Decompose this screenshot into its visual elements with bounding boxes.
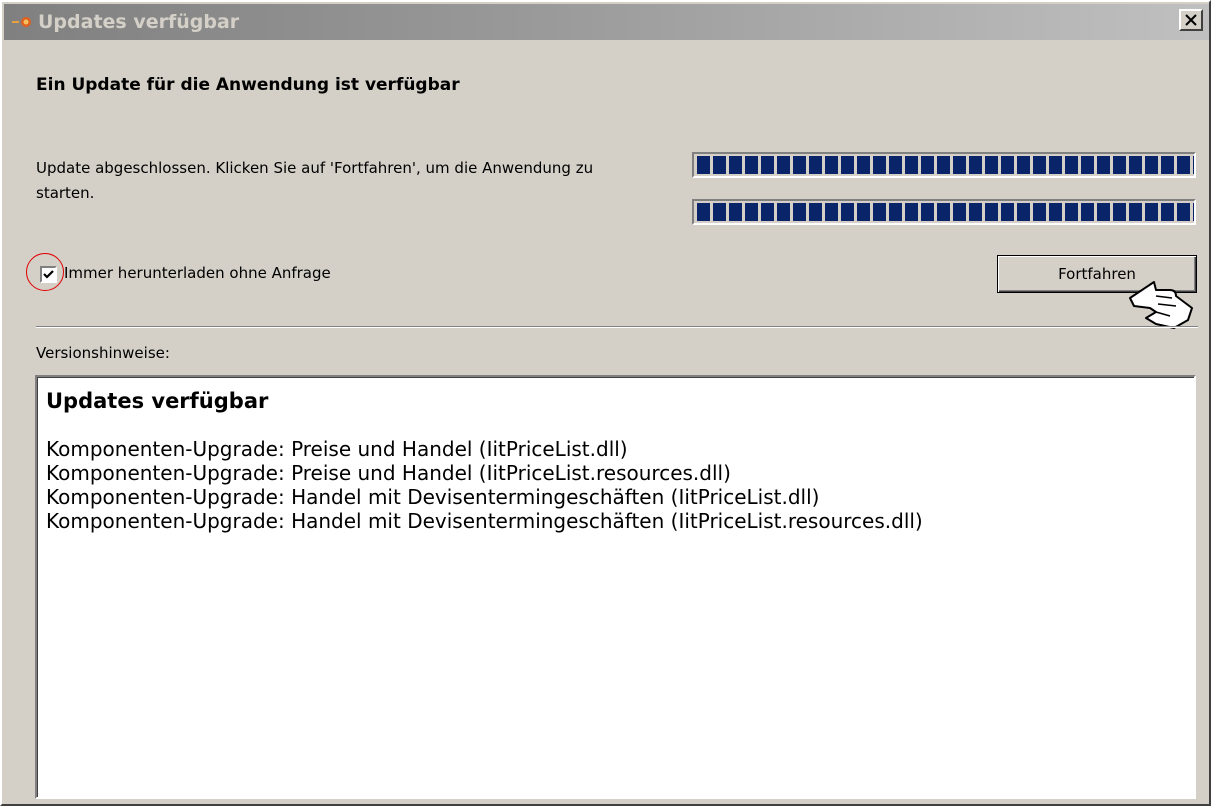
dialog-heading: Ein Update für die Anwendung ist verfügb… (36, 75, 460, 95)
release-note-line: Komponenten-Upgrade: Preise und Handel (… (46, 461, 731, 485)
progress-fill-2 (697, 203, 1194, 221)
progress-fill-1 (697, 156, 1194, 174)
close-button[interactable] (1179, 9, 1203, 31)
title-bar[interactable]: Updates verfügbar (4, 4, 1209, 40)
window-title: Updates verfügbar (38, 11, 240, 33)
close-icon (1185, 14, 1197, 26)
progress-bar-1 (692, 152, 1196, 178)
release-note-line: Komponenten-Upgrade: Handel mit Devisent… (46, 509, 923, 533)
check-icon (43, 270, 54, 279)
always-download-checkbox[interactable] (40, 266, 57, 283)
progress-bar-2 (692, 199, 1196, 225)
divider (36, 326, 1198, 328)
app-icon (12, 17, 31, 27)
update-dialog: Updates verfügbar Ein Update für die Anw… (0, 0, 1211, 806)
release-notes-box[interactable]: Updates verfügbar Komponenten-Upgrade: P… (35, 375, 1196, 799)
release-notes-label: Versionshinweise: (36, 344, 170, 362)
status-text: Update abgeschlossen. Klicken Sie auf 'F… (36, 159, 594, 202)
release-note-line: Komponenten-Upgrade: Preise und Handel (… (46, 437, 628, 461)
release-note-line: Komponenten-Upgrade: Handel mit Devisent… (46, 485, 820, 509)
release-notes-title: Updates verfügbar (46, 389, 269, 413)
always-download-label[interactable]: Immer herunterladen ohne Anfrage (64, 264, 331, 282)
